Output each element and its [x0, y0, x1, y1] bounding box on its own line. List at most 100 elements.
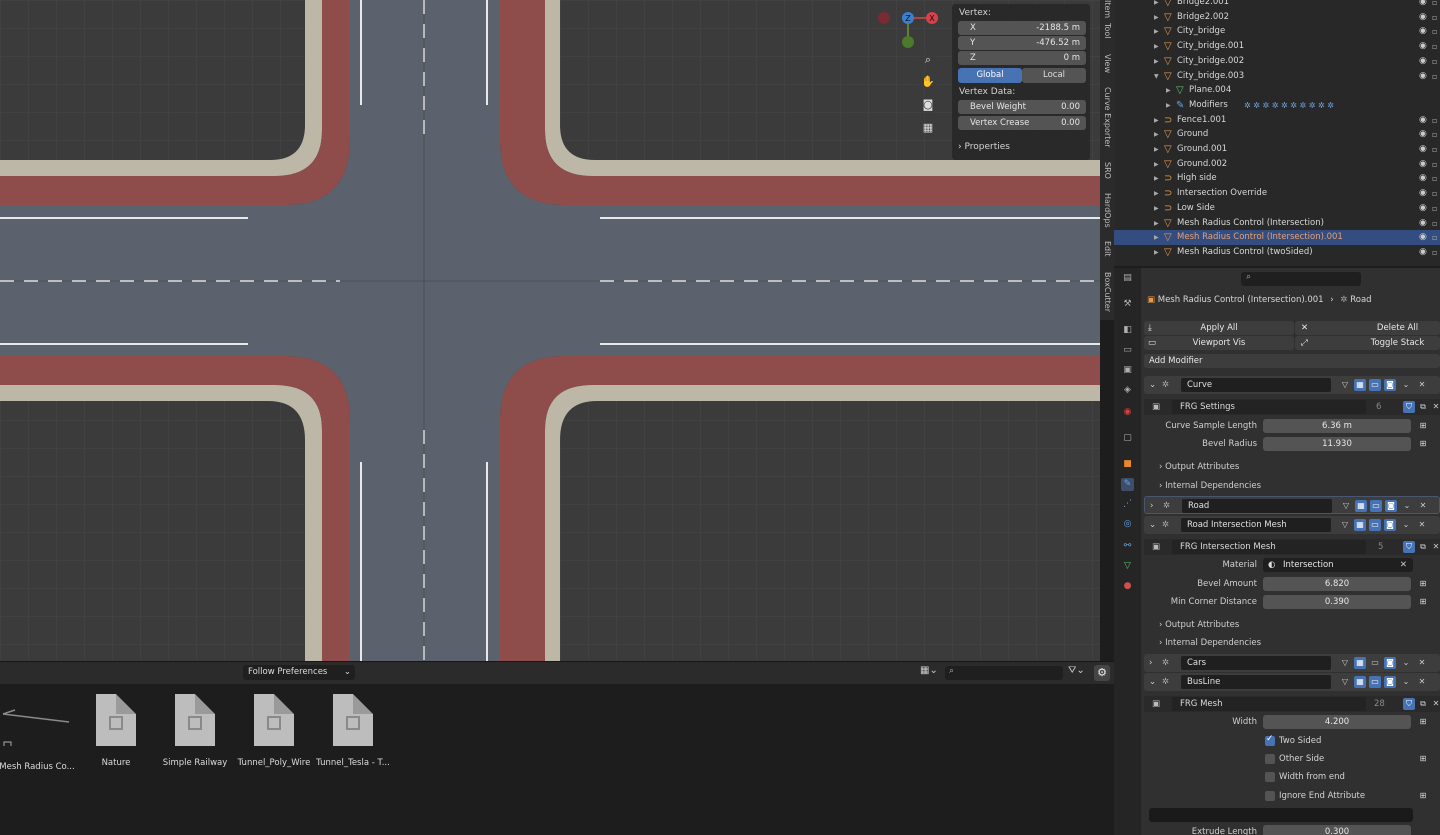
- eye-visibility-icon[interactable]: ◉: [1419, 186, 1427, 201]
- curve-sample-length-field[interactable]: 6.36 m: [1263, 419, 1411, 433]
- internal-dependencies-panel[interactable]: › Internal Dependencies: [1159, 636, 1261, 650]
- eye-visibility-icon[interactable]: ◉: [1419, 230, 1427, 245]
- modifier-name-field[interactable]: Road: [1182, 499, 1332, 513]
- fake-user-shield-icon[interactable]: ⛉: [1403, 541, 1415, 553]
- bevel-amount-field[interactable]: 6.820: [1263, 577, 1411, 591]
- dropdown-chevron-icon[interactable]: ⌄: [1400, 657, 1412, 669]
- unlink-icon[interactable]: ✕: [1430, 401, 1440, 413]
- render-visibility-icon[interactable]: ▫: [1432, 39, 1437, 54]
- chevron-right-icon[interactable]: ▶: [1154, 201, 1159, 216]
- chevron-right-icon[interactable]: ▶: [1154, 39, 1159, 54]
- node-group-name[interactable]: FRG Intersection Mesh: [1172, 540, 1366, 554]
- outliner-row[interactable]: ▶ ⊃ High side ◉ ▫: [1114, 171, 1440, 186]
- eye-visibility-icon[interactable]: ◉: [1419, 10, 1427, 25]
- tab-view[interactable]: View: [1100, 50, 1114, 76]
- render-visibility-icon[interactable]: ▫: [1432, 54, 1437, 69]
- edit-mode-icon[interactable]: ▽: [1339, 657, 1351, 669]
- dropdown-chevron-icon[interactable]: ⌄: [1401, 500, 1413, 512]
- vertex-crease-field[interactable]: Vertex Crease 0.00: [958, 116, 1086, 130]
- dropdown-chevron-icon[interactable]: ⌄: [1400, 519, 1412, 531]
- node-group-selector[interactable]: ▣ FRG Intersection Mesh 5 ⛉ ⧉ ✕: [1144, 539, 1440, 555]
- apply-all-button[interactable]: ⤓ Apply All: [1144, 321, 1294, 335]
- input-toggle-icon[interactable]: ⊞: [1417, 716, 1429, 728]
- asset-search-input[interactable]: ⌕: [945, 666, 1063, 680]
- render-visibility-icon[interactable]: ▫: [1432, 245, 1437, 260]
- eye-visibility-icon[interactable]: ◉: [1419, 39, 1427, 54]
- edit-mode-icon[interactable]: ▽: [1339, 379, 1351, 391]
- render-visibility-icon[interactable]: ▫: [1432, 142, 1437, 157]
- chevron-right-icon[interactable]: ▶: [1154, 230, 1159, 245]
- eye-visibility-icon[interactable]: ◉: [1419, 127, 1427, 142]
- hand-pan-icon[interactable]: ✋: [918, 72, 938, 92]
- chevron-right-icon[interactable]: ▶: [1166, 83, 1171, 98]
- 3d-viewport[interactable]: Z X ⌕ ✋ ◙ ▦ Vertex: X -2188.5 m Y -476.52 …: [0, 0, 1100, 661]
- bevel-radius-field[interactable]: 11.930: [1263, 437, 1411, 451]
- tab-sro[interactable]: SRO: [1100, 158, 1114, 182]
- chevron-down-icon[interactable]: ⌄: [1149, 675, 1156, 689]
- asset-item[interactable]: Nature: [76, 694, 156, 768]
- gear-icon[interactable]: ⚙: [1094, 665, 1110, 681]
- duplicate-icon[interactable]: ⧉: [1417, 698, 1429, 710]
- remove-modifier-icon[interactable]: ✕: [1416, 676, 1428, 688]
- eye-visibility-icon[interactable]: ◉: [1419, 157, 1427, 172]
- input-toggle-icon[interactable]: ⊞: [1417, 596, 1429, 608]
- toggle-stack-button[interactable]: ⤢ Toggle Stack: [1295, 336, 1440, 350]
- duplicate-icon[interactable]: ⧉: [1417, 401, 1429, 413]
- internal-dependencies-panel[interactable]: › Internal Dependencies: [1159, 479, 1261, 493]
- render-camera-icon[interactable]: ◙: [1385, 500, 1397, 512]
- output-attributes-panel[interactable]: › Output Attributes: [1159, 460, 1239, 474]
- asset-item[interactable]: Tunnel_Poly_Wire: [234, 694, 314, 768]
- viewport-display-icon[interactable]: ▭: [1370, 500, 1382, 512]
- modifier-name-field[interactable]: BusLine: [1181, 675, 1331, 689]
- chevron-right-icon[interactable]: ▶: [1154, 113, 1159, 128]
- input-toggle-icon[interactable]: ⊞: [1417, 578, 1429, 590]
- editor-type-icon[interactable]: ▤: [1121, 272, 1134, 285]
- viewport-display-icon[interactable]: ▭: [1369, 657, 1381, 669]
- width-field[interactable]: 4.200: [1263, 715, 1411, 729]
- chevron-down-icon[interactable]: ⌄: [1149, 518, 1156, 532]
- render-visibility-icon[interactable]: ▫: [1432, 186, 1437, 201]
- extrude-length-field[interactable]: 0.300: [1263, 825, 1411, 835]
- chevron-right-icon[interactable]: ▶: [1166, 98, 1171, 113]
- fake-user-shield-icon[interactable]: ⛉: [1403, 698, 1415, 710]
- modifier-name-field[interactable]: Road Intersection Mesh: [1181, 518, 1331, 532]
- asset-item[interactable]: Tunnel_Tesla - T...: [313, 694, 393, 768]
- grid-view-icon[interactable]: ▦: [918, 118, 938, 138]
- remove-modifier-icon[interactable]: ✕: [1416, 519, 1428, 531]
- eye-visibility-icon[interactable]: ◉: [1419, 201, 1427, 216]
- eye-visibility-icon[interactable]: ◉: [1419, 171, 1427, 186]
- material-icon[interactable]: ●: [1121, 580, 1134, 593]
- min-corner-distance-field[interactable]: 0.390: [1263, 595, 1411, 609]
- tab-edit[interactable]: Edit: [1100, 238, 1114, 260]
- world-icon[interactable]: ◉: [1121, 406, 1134, 419]
- unlink-icon[interactable]: ✕: [1430, 541, 1440, 553]
- physics-icon[interactable]: ◎: [1121, 518, 1134, 531]
- node-group-name[interactable]: FRG Settings: [1172, 400, 1366, 414]
- duplicate-icon[interactable]: ⧉: [1417, 541, 1429, 553]
- modifier-wrench-icon[interactable]: ✎: [1121, 478, 1134, 491]
- render-camera-icon[interactable]: ◙: [1384, 676, 1396, 688]
- render-visibility-icon[interactable]: ▫: [1432, 157, 1437, 172]
- eye-visibility-icon[interactable]: ◉: [1419, 0, 1427, 10]
- tab-curve-exporter[interactable]: Curve Exporter: [1100, 84, 1114, 150]
- bevel-weight-field[interactable]: Bevel Weight 0.00: [958, 100, 1086, 114]
- outliner[interactable]: ▶ ▽ Bridge2.001 ◉ ▫ ▶ ▽ Bridge2.002 ◉ ▫ ▶ ▽ City_bri…: [1114, 0, 1440, 266]
- render-visibility-icon[interactable]: ▫: [1432, 10, 1437, 25]
- dropdown-chevron-icon[interactable]: ⌄: [1400, 379, 1412, 391]
- render-camera-icon[interactable]: ◙: [1384, 657, 1396, 669]
- outliner-row[interactable]: ▶ ▽ Bridge2.002 ◉ ▫: [1114, 10, 1440, 25]
- properties-collapse[interactable]: › Properties: [958, 142, 1010, 152]
- outliner-row[interactable]: ▶ ▽ Bridge2.001 ◉ ▫: [1114, 0, 1440, 10]
- outliner-row[interactable]: ▶ ✎ Modifiers ✲ ✲ ✲ ✲ ✲ ✲ ✲ ✲ ✲ ✲: [1114, 98, 1440, 113]
- cage-icon[interactable]: ▦: [1354, 657, 1366, 669]
- chevron-right-icon[interactable]: ▶: [1154, 171, 1159, 186]
- modifier-name-field[interactable]: Cars: [1181, 656, 1331, 670]
- asset-browser[interactable]: Follow Preferences ⌄ ▦⌄ ⌕ ⛛⌄ ⚙ Mesh Radiu…: [0, 661, 1114, 835]
- tab-tool[interactable]: Tool: [1100, 18, 1114, 44]
- input-toggle-icon[interactable]: ⊞: [1417, 420, 1429, 432]
- chevron-right-icon[interactable]: ▶: [1154, 186, 1159, 201]
- outliner-row[interactable]: ▶ ▽ City_bridge.001 ◉ ▫: [1114, 39, 1440, 54]
- vertex-y-field[interactable]: Y -476.52 m: [958, 36, 1086, 50]
- eye-visibility-icon[interactable]: ◉: [1419, 24, 1427, 39]
- vertex-x-field[interactable]: X -2188.5 m: [958, 21, 1086, 35]
